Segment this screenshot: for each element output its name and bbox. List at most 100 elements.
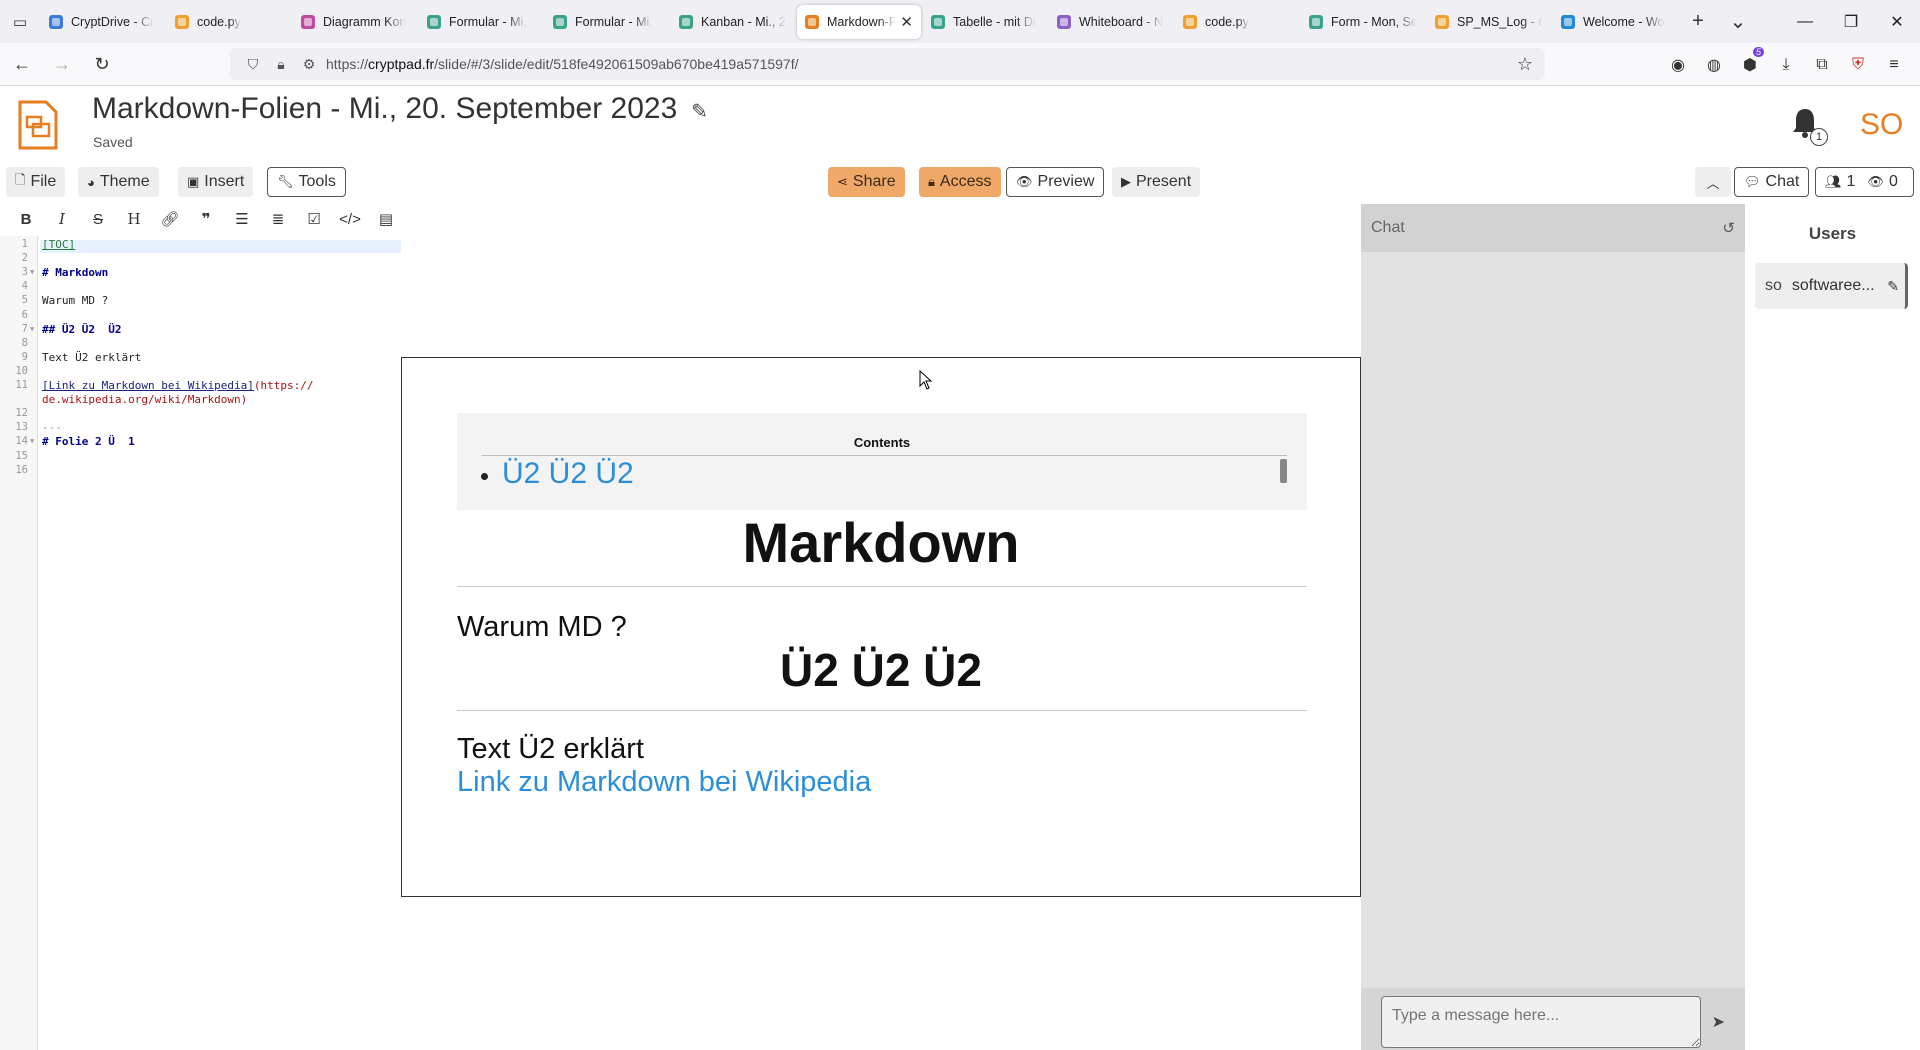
browser-tab[interactable]: Kanban - Mi., 2 bbox=[671, 5, 795, 39]
toc-link[interactable]: Ü2 Ü2 Ü2 bbox=[502, 457, 634, 491]
user-avatar[interactable]: SO bbox=[1860, 108, 1903, 142]
notifications-bell[interactable]: 1 bbox=[1790, 106, 1828, 146]
chat-message-input[interactable] bbox=[1381, 996, 1701, 1048]
code-line[interactable]: de.wikipedia.org/wiki/Markdown) bbox=[42, 393, 247, 406]
markdown-editor[interactable]: 1 2 3 ▾ 4 5 6 7 ▾ 8 9 10 11 12 13 14 ▾ 15 16 [TOC] # Markdo… bbox=[0, 236, 401, 1050]
tab-favicon-icon bbox=[427, 14, 441, 29]
file-menu-button[interactable]: 🗋︎ File bbox=[6, 167, 66, 197]
lock-icon: 🔒︎ bbox=[928, 174, 935, 189]
tab-favicon-icon bbox=[1561, 14, 1575, 29]
menu-icon[interactable]: ≡ bbox=[1876, 56, 1912, 74]
window-controls: — ❐ ✕ bbox=[1782, 0, 1920, 43]
italic-icon[interactable]: I bbox=[44, 210, 80, 228]
close-tab-icon[interactable]: ✕ bbox=[900, 13, 913, 31]
access-button[interactable]: 🔒︎ Access bbox=[919, 167, 1001, 197]
browser-tab[interactable]: Diagramm Kon bbox=[293, 5, 417, 39]
quote-icon[interactable]: ❞ bbox=[188, 210, 224, 228]
list-all-tabs-icon[interactable]: ⌄ bbox=[1718, 0, 1758, 43]
tab-favicon-icon bbox=[805, 14, 819, 29]
restore-icon[interactable]: ❐ bbox=[1828, 0, 1874, 43]
insert-menu-button[interactable]: ▣ Insert bbox=[178, 167, 254, 197]
ublock-icon[interactable]: ⛨ bbox=[1840, 56, 1876, 74]
code-line[interactable]: # Folie 2 Ü 1 bbox=[42, 435, 135, 448]
unordered-list-icon[interactable]: ≣ bbox=[260, 210, 296, 228]
new-tab-icon[interactable]: + bbox=[1678, 0, 1718, 43]
back-icon[interactable]: ← bbox=[4, 46, 40, 82]
preview-button[interactable]: 👁︎ Preview bbox=[1006, 167, 1105, 197]
bookmark-star-icon[interactable]: ☆ bbox=[1517, 54, 1533, 75]
browser-tab[interactable]: Formular - Mi, bbox=[545, 5, 669, 39]
slide-preview[interactable]: Contents Ü2 Ü2 Ü2 Markdown Warum MD ? Ü2… bbox=[401, 357, 1361, 897]
account-icon[interactable]: ◉ bbox=[1660, 55, 1696, 75]
code-icon[interactable]: </> bbox=[332, 211, 368, 228]
tab-title: Tabelle - mit Di bbox=[953, 14, 1036, 29]
browser-tab[interactable]: Formular - Mi, bbox=[419, 5, 543, 39]
line-number: 15 bbox=[15, 449, 28, 462]
code-line[interactable]: Warum MD ? bbox=[42, 294, 108, 307]
browser-tab[interactable]: CryptDrive - Cr bbox=[41, 5, 165, 39]
reload-icon[interactable]: ↻ bbox=[84, 46, 120, 82]
heading-icon[interactable]: H bbox=[116, 210, 152, 228]
tab-favicon-icon bbox=[49, 14, 63, 29]
wikipedia-link[interactable]: Link zu Markdown bei Wikipedia bbox=[457, 766, 871, 799]
code-line[interactable]: [Link zu Markdown bei Wikipedia](https:/… bbox=[42, 379, 314, 392]
browser-tab[interactable]: Welcome - Wo bbox=[1553, 5, 1677, 39]
toc-scrollbar[interactable] bbox=[1280, 459, 1287, 483]
browser-tab[interactable]: code.py bbox=[1175, 5, 1299, 39]
minimize-icon[interactable]: — bbox=[1782, 0, 1828, 43]
url-bar[interactable]: ⛉ 🔒︎ ⚙ https://cryptpad.fr/slide/#/3/sli… bbox=[230, 48, 1545, 80]
checklist-icon[interactable]: ☑ bbox=[296, 210, 332, 228]
document-title[interactable]: Markdown-Folien - Mi., 20. September 202… bbox=[92, 92, 708, 126]
ordered-list-icon[interactable]: ☰ bbox=[224, 210, 260, 228]
send-icon[interactable]: ➤ bbox=[1712, 1012, 1725, 1032]
code-line[interactable]: --- bbox=[42, 421, 62, 434]
shield-icon[interactable]: ⛉ bbox=[242, 56, 264, 73]
present-button[interactable]: ▶ Present bbox=[1112, 167, 1201, 197]
permissions-icon[interactable]: ⚙ bbox=[298, 56, 320, 73]
tab-favicon-icon bbox=[301, 14, 315, 29]
forward-icon[interactable]: → bbox=[44, 46, 80, 82]
line-number: 5 bbox=[21, 294, 28, 307]
browser-tab[interactable]: Markdown-F ✕ bbox=[797, 4, 921, 39]
chat-history-icon[interactable]: ↺ bbox=[1722, 219, 1735, 237]
link-icon[interactable]: 🔗︎ bbox=[152, 210, 188, 228]
browser-tab[interactable]: Form - Mon, Se bbox=[1301, 5, 1425, 39]
extension-icon[interactable]: ⬢ 5 bbox=[1732, 46, 1768, 75]
vpn-icon[interactable]: ◍ bbox=[1696, 55, 1732, 75]
chat-toggle-button[interactable]: 💬︎ Chat bbox=[1734, 167, 1810, 197]
code-line[interactable]: ## Ü2 Ü2 Ü2 bbox=[42, 323, 121, 336]
code-block-icon[interactable]: ▤ bbox=[368, 210, 404, 228]
tools-menu-button[interactable]: 🔧︎ Tools bbox=[267, 167, 346, 197]
fold-arrow-icon[interactable]: ▾ bbox=[29, 323, 37, 335]
lock-icon[interactable]: 🔒︎ bbox=[270, 56, 292, 73]
collapse-toolbar-button[interactable]: ︿ bbox=[1695, 167, 1731, 197]
browser-tab-strip: ▭ CryptDrive - Cr code.py Diagramm Kon Form… bbox=[0, 0, 1920, 43]
strikethrough-icon[interactable]: S bbox=[80, 211, 116, 228]
code-line[interactable]: [TOC] bbox=[42, 238, 75, 251]
bold-icon[interactable]: B bbox=[8, 211, 44, 228]
downloads-icon[interactable]: ⤓ bbox=[1768, 56, 1804, 74]
extensions-puzzle-icon[interactable]: ⧉ bbox=[1804, 56, 1840, 74]
user-card[interactable]: so softwaree... ✎ bbox=[1755, 263, 1908, 309]
users-toggle-button[interactable]: 👥︎ 1 👁︎ 0 bbox=[1815, 167, 1914, 197]
fold-arrow-icon[interactable]: ▾ bbox=[29, 266, 37, 278]
code-line[interactable]: Text Ü2 erklärt bbox=[42, 351, 141, 364]
browser-tab[interactable]: Whiteboard - N bbox=[1049, 5, 1173, 39]
tab-list-icon[interactable]: ▭ bbox=[0, 0, 40, 43]
code-line[interactable]: # Markdown bbox=[42, 266, 108, 279]
slide-app-logo-icon[interactable] bbox=[18, 100, 58, 150]
theme-menu-button[interactable]: ◕ Theme bbox=[78, 167, 159, 197]
browser-tab[interactable]: Tabelle - mit Di bbox=[923, 5, 1047, 39]
line-number: 10 bbox=[15, 364, 28, 377]
share-button[interactable]: ⋖ Share bbox=[828, 167, 905, 197]
rename-pencil-icon[interactable]: ✎ bbox=[691, 101, 708, 123]
toolbar-extensions: ◉ ◍ ⬢ 5 ⤓ ⧉ ⛨ ≡ bbox=[1660, 43, 1912, 86]
browser-tab[interactable]: SP_MS_Log - C bbox=[1427, 5, 1551, 39]
browser-tab[interactable]: code.py bbox=[167, 5, 291, 39]
fold-arrow-icon[interactable]: ▾ bbox=[29, 435, 37, 447]
close-window-icon[interactable]: ✕ bbox=[1874, 0, 1920, 43]
browser-nav-bar: ← → ↻ ⛉ 🔒︎ ⚙ https://cryptpad.fr/slide/#… bbox=[0, 43, 1920, 86]
user-card-name: softwaree... bbox=[1791, 277, 1875, 294]
chat-title: Chat bbox=[1371, 219, 1405, 236]
tab-title: Welcome - Wo bbox=[1583, 14, 1665, 29]
